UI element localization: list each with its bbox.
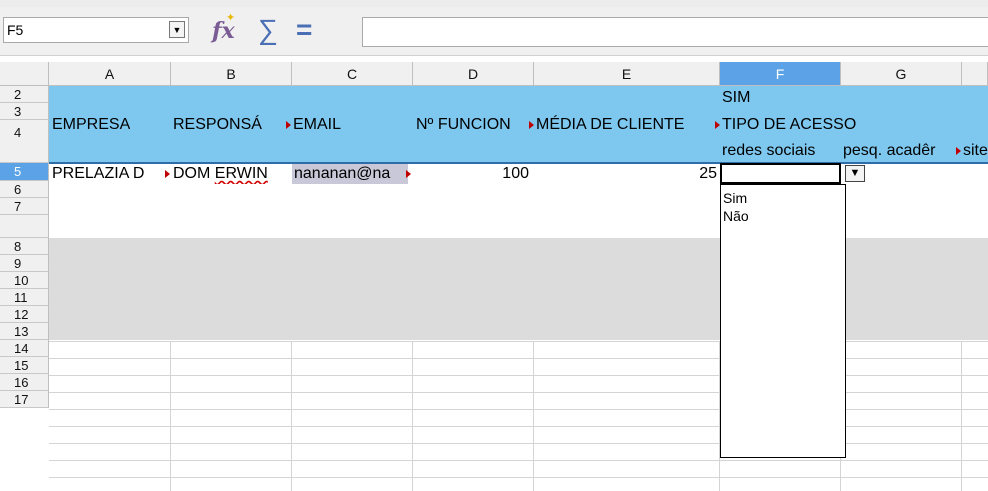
gridline [49, 460, 988, 461]
overflow-arrow-icon [529, 121, 534, 129]
cell-a5[interactable]: PRELAZIA D [52, 164, 166, 184]
gridline [49, 341, 988, 342]
gridline [533, 341, 534, 491]
cell-e3[interactable]: MÉDIA DE CLIENTE [536, 115, 716, 135]
validation-dropdown-list[interactable]: Sim Não [720, 184, 846, 458]
row-header-17[interactable]: 17 [0, 391, 49, 408]
gridline [291, 341, 292, 491]
cell-c5[interactable]: nananan@na [292, 164, 408, 184]
column-header-h[interactable] [962, 62, 988, 86]
row-header-12[interactable]: 12 [0, 306, 49, 323]
row-header-16[interactable]: 16 [0, 374, 49, 391]
cell-f4[interactable]: redes sociais [722, 141, 815, 161]
overflow-arrow-icon [286, 121, 291, 129]
row-header-5[interactable]: 5 [0, 163, 49, 181]
cell-b5[interactable]: DOM ERWIN [173, 164, 268, 184]
row-header-6[interactable]: 6 [0, 181, 49, 198]
overflow-arrow-icon [715, 121, 720, 129]
cell-g4[interactable]: pesq. acadêr [843, 141, 956, 161]
column-header-f[interactable]: F [720, 62, 841, 86]
active-cell-f5[interactable] [720, 163, 841, 184]
equals-icon[interactable]: = [296, 15, 322, 45]
row-header-13[interactable]: 13 [0, 323, 49, 340]
row-header-11[interactable]: 11 [0, 289, 49, 306]
dropdown-option-sim[interactable]: Sim [723, 189, 747, 207]
row-header-8[interactable]: 8 [0, 238, 49, 255]
column-header-d[interactable]: D [413, 62, 534, 86]
column-header-c[interactable]: C [292, 62, 413, 86]
gridline [49, 409, 988, 410]
cell-a3[interactable]: EMPRESA [52, 115, 130, 135]
row-header-filler [0, 215, 49, 238]
cell-e5[interactable]: 25 [659, 164, 717, 184]
cell-d5[interactable]: 100 [469, 164, 529, 184]
row-header-14[interactable]: 14 [0, 340, 49, 357]
column-header-a[interactable]: A [49, 62, 171, 86]
cell-f3[interactable]: TIPO DE ACESSO [722, 115, 856, 135]
overflow-arrow-icon [956, 147, 961, 155]
chevron-down-icon[interactable]: ▼ [169, 21, 185, 38]
dropdown-arrow-icon[interactable]: ▼ [845, 165, 865, 182]
cell-h4[interactable]: site [963, 141, 988, 161]
select-all-corner[interactable] [0, 62, 49, 86]
column-header-e[interactable]: E [534, 62, 720, 86]
cell-d3[interactable]: Nº FUNCION [416, 115, 530, 135]
row-header-2[interactable]: 2 [0, 86, 49, 103]
grey-band [49, 238, 988, 340]
top-strip [0, 0, 988, 7]
row-header-4[interactable]: 4 [0, 120, 49, 163]
sparkle-icon: ✦ [226, 12, 236, 24]
sum-icon[interactable]: ∑ [258, 15, 284, 45]
row-header-3[interactable]: 3 [0, 103, 49, 120]
formula-toolbar: F5 ▼ fx ✦ ∑ = [0, 7, 988, 56]
overflow-arrow-icon [165, 170, 170, 178]
column-header-b[interactable]: B [171, 62, 292, 86]
name-box-value: F5 [7, 22, 24, 38]
gridline [412, 341, 413, 491]
row-header-7[interactable]: 7 [0, 198, 49, 215]
gridline [49, 477, 988, 478]
cell-b3[interactable]: RESPONSÁ [173, 115, 287, 135]
column-header-g[interactable]: G [841, 62, 962, 86]
overflow-arrow-icon [406, 170, 411, 178]
cell-f2[interactable]: SIM [722, 88, 750, 108]
row-header-10[interactable]: 10 [0, 272, 49, 289]
gridline [49, 375, 988, 376]
row-header-15[interactable]: 15 [0, 357, 49, 374]
cell-c3[interactable]: EMAIL [293, 115, 341, 135]
formula-input[interactable] [362, 17, 988, 47]
gridline [170, 341, 171, 491]
dropdown-option-nao[interactable]: Não [723, 207, 749, 225]
cell-b5-misspelled: ERWIN [214, 165, 268, 182]
gridline [49, 426, 988, 427]
gridline [961, 341, 962, 491]
cell-b5-text: DOM [173, 165, 215, 182]
gridline [49, 358, 988, 359]
row-header-9[interactable]: 9 [0, 255, 49, 272]
name-box[interactable]: F5 ▼ [3, 17, 189, 43]
cell-grid[interactable]: SIM EMPRESA RESPONSÁ EMAIL Nº FUNCION MÉ… [49, 86, 988, 491]
gridline [49, 392, 988, 393]
gridline [49, 443, 988, 444]
